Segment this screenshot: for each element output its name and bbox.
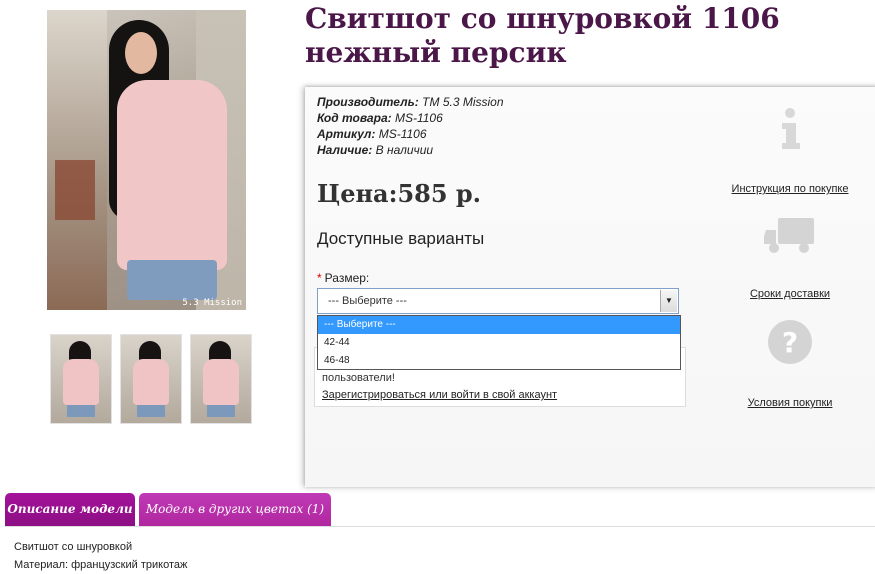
info-icon: [782, 108, 800, 149]
info-purchase-conditions[interactable]: ? Условия покупки: [715, 319, 865, 411]
thumb-top: [63, 359, 99, 405]
photo-brick: [55, 160, 95, 220]
product-specs: Производитель: ТМ 5.3 Mission Код товара…: [317, 94, 504, 158]
spec-label: Производитель:: [317, 95, 419, 109]
notice-text: пользователи!: [322, 372, 395, 384]
product-panel: Производитель: ТМ 5.3 Mission Код товара…: [305, 87, 875, 487]
photo-shorts: [127, 260, 217, 300]
dropdown-arrow-icon[interactable]: ▼: [660, 290, 677, 312]
spec-label: Наличие:: [317, 143, 373, 157]
thumbnail-1[interactable]: [50, 334, 112, 424]
photo-face: [125, 32, 157, 74]
spec-label: Код товара:: [317, 111, 392, 125]
question-icon: ?: [768, 320, 812, 364]
description-content: Свитшот со шнуровкой Материал: французск…: [14, 538, 187, 574]
info-label[interactable]: Условия покупки: [748, 397, 833, 409]
size-dropdown-list: --- Выберите --- 42-44 46-48: [317, 315, 681, 370]
info-purchase-instructions[interactable]: Инструкция по покупке: [715, 107, 865, 197]
description-line: Материал: французский трикотаж: [14, 559, 188, 571]
variants-title: Доступные варианты: [317, 229, 485, 248]
required-mark: *: [317, 271, 322, 285]
svg-text:?: ?: [782, 326, 798, 359]
thumb-shorts: [137, 405, 165, 417]
spec-value: В наличии: [375, 143, 434, 157]
size-select-value: --- Выберите ---: [328, 295, 407, 307]
size-option-46-48[interactable]: 46-48: [318, 352, 680, 370]
spec-value: ТМ 5.3 Mission: [422, 95, 504, 109]
thumbnail-3[interactable]: [190, 334, 252, 424]
spec-code: Код товара: MS-1106: [317, 110, 504, 126]
tab-divider: [5, 526, 875, 527]
spec-value: MS-1106: [378, 127, 427, 141]
thumb-shorts: [67, 405, 95, 417]
product-main-photo[interactable]: 5.3 Mission: [47, 10, 246, 310]
size-label: * Размер:: [317, 271, 369, 285]
spec-label: Артикул:: [317, 127, 376, 141]
info-label[interactable]: Сроки доставки: [750, 288, 830, 300]
spec-manufacturer: Производитель: ТМ 5.3 Mission: [317, 94, 504, 110]
product-title: Свитшот со шнуровкой 1106 нежный персик: [305, 2, 780, 69]
product-price: Цена:585 р.: [317, 179, 482, 208]
spec-value: MS-1106: [394, 111, 443, 125]
info-label[interactable]: Инструкция по покупке: [732, 183, 849, 195]
info-delivery-times[interactable]: Сроки доставки: [715, 214, 865, 302]
register-login-link[interactable]: Зарегистрироваться или войти в свой акка…: [322, 389, 557, 401]
spec-article: Артикул: MS-1106: [317, 126, 504, 142]
tab-other-colors[interactable]: Модель в других цветах (1): [139, 493, 331, 526]
thumb-shorts: [207, 405, 235, 417]
size-select[interactable]: --- Выберите --- ▼: [317, 288, 679, 314]
thumb-top: [203, 359, 239, 405]
photo-sweatshirt: [117, 80, 227, 270]
spec-availability: Наличие: В наличии: [317, 142, 504, 158]
thumbnail-2[interactable]: [120, 334, 182, 424]
description-line: Свитшот со шнуровкой: [14, 541, 133, 553]
tab-model-description[interactable]: Описание модели: [5, 493, 135, 526]
size-option-placeholder[interactable]: --- Выберите ---: [318, 316, 680, 334]
photo-watermark: 5.3 Mission: [182, 298, 242, 308]
size-label-text: Размер:: [324, 271, 370, 285]
thumb-top: [133, 359, 169, 405]
truck-icon: [764, 218, 814, 253]
size-option-42-44[interactable]: 42-44: [318, 334, 680, 352]
